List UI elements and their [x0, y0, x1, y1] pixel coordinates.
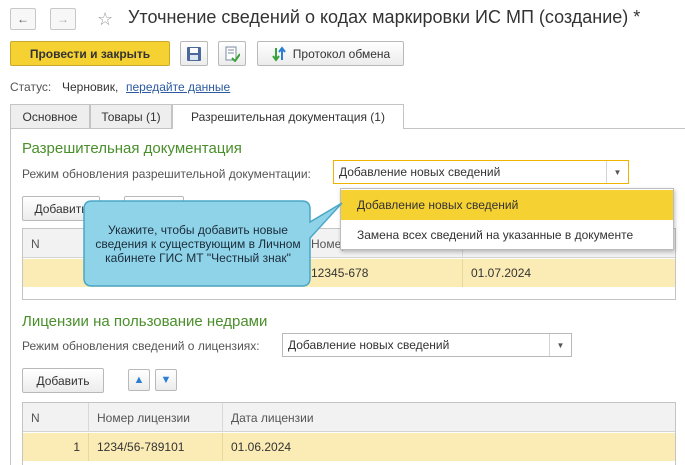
callout-text: Укажите, чтобы добавить новые сведения к… — [95, 223, 301, 265]
